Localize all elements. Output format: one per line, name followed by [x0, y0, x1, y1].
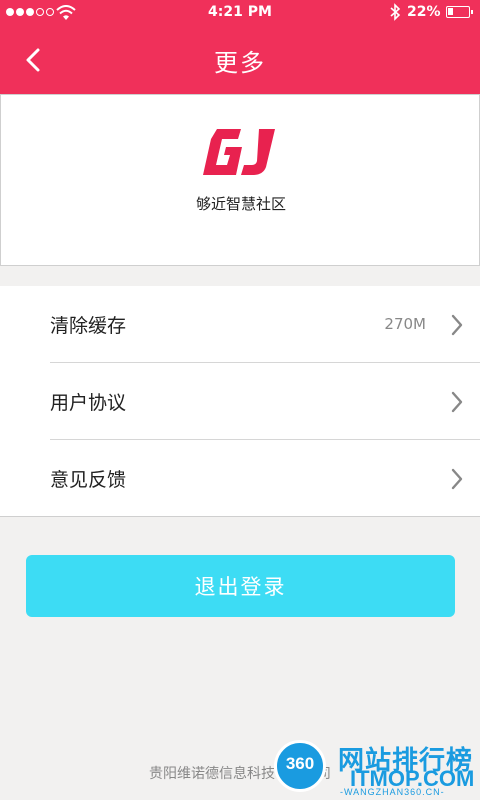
- chevron-right-icon: [451, 468, 463, 490]
- bluetooth-icon: [390, 3, 401, 21]
- menu-item-label: 用户协议: [50, 392, 127, 414]
- chevron-right-icon: [451, 391, 463, 413]
- menu-item-user-agreement[interactable]: 用户协议: [0, 363, 480, 440]
- page-title: 更多: [214, 49, 266, 77]
- nav-bar: 更多: [0, 26, 480, 94]
- battery-icon: [446, 6, 473, 18]
- battery-percentage: 22%: [407, 4, 441, 20]
- menu-item-label: 清除缓存: [50, 315, 127, 337]
- watermark-logo: 360 网站排行榜 ITMOP.COM -WANGZHAN360.CN-: [268, 738, 480, 800]
- menu-item-label: 意见反馈: [50, 469, 127, 491]
- status-bar: 4:21 PM 22%: [0, 0, 480, 26]
- watermark-url: -WANGZHAN360.CN-: [340, 787, 445, 797]
- menu-item-feedback[interactable]: 意见反馈: [0, 440, 480, 517]
- chevron-right-icon: [451, 314, 463, 336]
- cache-size: 270M: [384, 315, 426, 333]
- logout-button[interactable]: 退出登录: [26, 555, 455, 617]
- menu-item-clear-cache[interactable]: 清除缓存 270M: [0, 286, 480, 363]
- settings-menu: 清除缓存 270M 用户协议 意见反馈: [0, 286, 480, 517]
- app-name: 够近智慧社区: [195, 195, 286, 213]
- logo-card: 够近智慧社区: [0, 94, 480, 266]
- app-logo: [203, 129, 275, 175]
- watermark-badge: 360: [285, 754, 315, 773]
